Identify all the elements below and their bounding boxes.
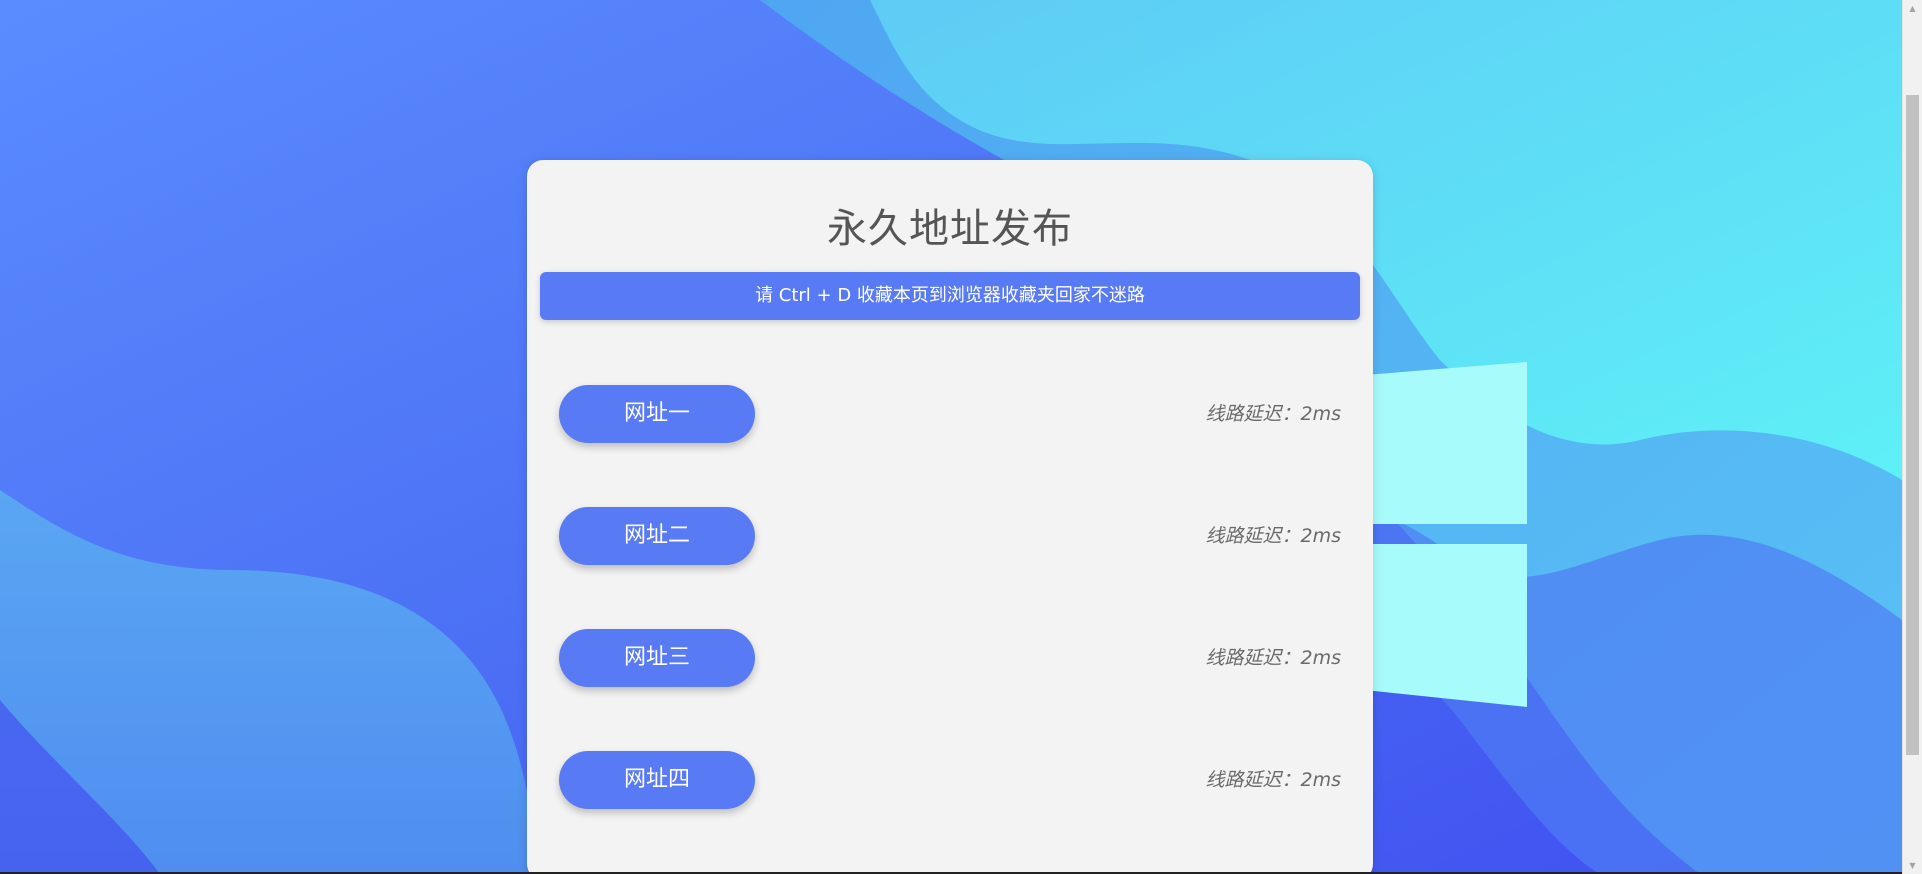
latency-label: 线路延迟：2ms	[1205, 769, 1342, 791]
vertical-scrollbar[interactable]: ▲ ▼	[1902, 0, 1922, 874]
page-title: 永久地址发布	[827, 206, 1073, 252]
scroll-down-arrow-icon[interactable]: ▼	[1903, 857, 1922, 874]
bookmark-banner: 请 Ctrl + D 收藏本页到浏览器收藏夹回家不迷路	[540, 272, 1360, 320]
latency-label: 线路延迟：2ms	[1205, 403, 1342, 425]
site-link-button-4[interactable]: 网址四	[559, 751, 755, 809]
latency-label: 线路延迟：2ms	[1205, 647, 1342, 669]
link-row: 网址三 线路延迟：2ms	[559, 629, 1341, 687]
link-row: 网址二 线路延迟：2ms	[559, 507, 1341, 565]
main-card: 永久地址发布 请 Ctrl + D 收藏本页到浏览器收藏夹回家不迷路 网址一 线…	[527, 160, 1373, 874]
scroll-up-arrow-icon[interactable]: ▲	[1903, 0, 1922, 17]
latency-label: 线路延迟：2ms	[1205, 525, 1342, 547]
scrollbar-thumb[interactable]	[1906, 95, 1919, 755]
page-viewport: 永久地址发布 请 Ctrl + D 收藏本页到浏览器收藏夹回家不迷路 网址一 线…	[0, 0, 1902, 874]
site-link-button-3[interactable]: 网址三	[559, 629, 755, 687]
site-link-button-1[interactable]: 网址一	[559, 385, 755, 443]
link-row: 网址四 线路延迟：2ms	[559, 751, 1341, 809]
link-row: 网址一 线路延迟：2ms	[559, 385, 1341, 443]
site-link-button-2[interactable]: 网址二	[559, 507, 755, 565]
